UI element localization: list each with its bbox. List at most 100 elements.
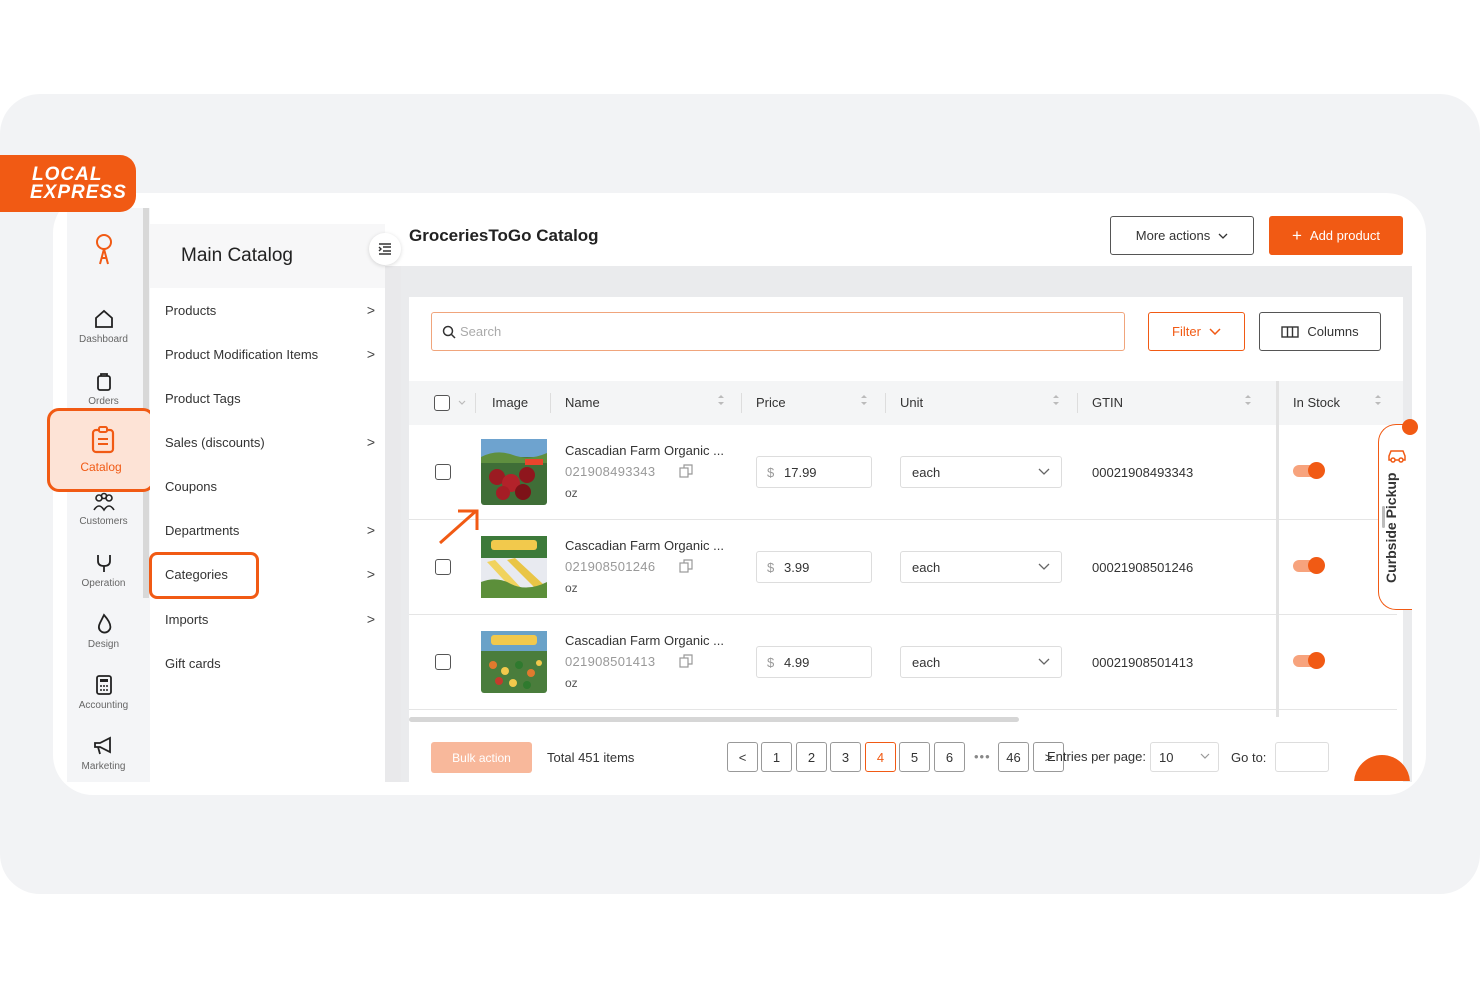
- sort-icon[interactable]: [860, 393, 868, 407]
- product-size-unit: oz: [565, 486, 578, 500]
- page-title: GroceriesToGo Catalog: [409, 226, 599, 245]
- products-panel: Search Filter Columns Image Name Price U…: [409, 297, 1403, 782]
- bulk-action-button[interactable]: Bulk action: [431, 742, 532, 773]
- drag-handle[interactable]: [1382, 506, 1385, 528]
- column-header-in-stock[interactable]: In Stock: [1293, 395, 1340, 410]
- sort-icon[interactable]: [717, 393, 725, 407]
- product-name[interactable]: Cascadian Farm Organic ...: [565, 633, 724, 648]
- page-button[interactable]: 2: [796, 742, 827, 772]
- rail-scrollbar[interactable]: [143, 208, 149, 598]
- brand-logo: LOCAL EXPRESS: [0, 155, 136, 212]
- column-header-price[interactable]: Price: [756, 395, 786, 410]
- columns-button[interactable]: Columns: [1259, 312, 1381, 351]
- submenu-title: Main Catalog: [181, 245, 293, 266]
- unit-select[interactable]: each: [900, 456, 1062, 488]
- submenu-item-products[interactable]: Products >: [165, 302, 375, 318]
- chevron-right-icon: >: [366, 346, 375, 362]
- page-button[interactable]: 3: [830, 742, 861, 772]
- sidebar-item-design[interactable]: Design: [67, 613, 140, 650]
- sort-icon[interactable]: [1374, 393, 1382, 407]
- page-button-current[interactable]: 4: [865, 742, 896, 772]
- submenu-item-departments[interactable]: Departments >: [165, 522, 375, 538]
- sticky-column-divider: [1276, 381, 1279, 717]
- horizontal-scrollbar[interactable]: [409, 717, 1019, 722]
- price-input[interactable]: $3.99: [756, 551, 872, 583]
- unit-select[interactable]: each: [900, 551, 1062, 583]
- chevron-right-icon: >: [366, 566, 375, 582]
- sidebar-item-marketing[interactable]: Marketing: [67, 735, 140, 772]
- sidebar-item-accounting[interactable]: Accounting: [67, 674, 140, 711]
- more-actions-button[interactable]: More actions: [1110, 216, 1254, 255]
- unit-select[interactable]: each: [900, 646, 1062, 678]
- tip-icon[interactable]: [67, 232, 140, 270]
- product-code: 021908493343: [565, 464, 656, 479]
- submenu-item-imports[interactable]: Imports >: [165, 611, 375, 627]
- submenu-item-coupons[interactable]: Coupons: [165, 479, 375, 494]
- total-items: Total 451 items: [547, 750, 635, 765]
- plus-icon: +: [1291, 225, 1302, 245]
- in-stock-toggle[interactable]: [1293, 652, 1325, 669]
- row-checkbox[interactable]: [435, 654, 451, 670]
- gtin-value: 00021908501413: [1092, 655, 1194, 670]
- column-separator: [741, 393, 742, 413]
- product-image[interactable]: [477, 627, 551, 697]
- submenu-item-sales[interactable]: Sales (discounts) >: [165, 434, 375, 450]
- notification-dot: [1402, 419, 1418, 435]
- product-name[interactable]: Cascadian Farm Organic ...: [565, 443, 724, 458]
- megaphone-icon: [93, 736, 111, 755]
- column-header-name[interactable]: Name: [565, 395, 600, 410]
- collapse-menu-button[interactable]: [369, 233, 401, 265]
- column-separator: [885, 393, 886, 413]
- copy-icon[interactable]: [679, 464, 693, 478]
- pagination-ellipsis[interactable]: •••: [974, 749, 991, 764]
- filter-button[interactable]: Filter: [1148, 312, 1245, 351]
- chevron-right-icon: >: [366, 434, 375, 450]
- submenu-item-product-modification-items[interactable]: Product Modification Items >: [165, 346, 375, 362]
- price-input[interactable]: $17.99: [756, 456, 872, 488]
- chevron-down-icon: [1218, 233, 1228, 239]
- row-checkbox[interactable]: [435, 559, 451, 575]
- table-row[interactable]: Cascadian Farm Organic ... 021908501246 …: [409, 520, 1397, 615]
- price-input[interactable]: $4.99: [756, 646, 872, 678]
- chevron-down-icon: [1038, 658, 1050, 665]
- copy-icon[interactable]: [679, 654, 693, 668]
- sort-icon[interactable]: [1052, 393, 1060, 407]
- add-product-button[interactable]: + Add product: [1269, 216, 1403, 255]
- product-name[interactable]: Cascadian Farm Organic ...: [565, 538, 724, 553]
- in-stock-toggle[interactable]: [1293, 462, 1325, 479]
- curbside-pickup-label: Curbside Pickup: [1383, 472, 1399, 583]
- submenu-item-gift-cards[interactable]: Gift cards: [165, 656, 375, 671]
- search-input[interactable]: Search: [431, 312, 1125, 351]
- product-code: 021908501413: [565, 654, 656, 669]
- page-button[interactable]: 5: [899, 742, 930, 772]
- product-image[interactable]: [477, 532, 551, 602]
- sidebar-item-dashboard[interactable]: Dashboard: [67, 308, 140, 345]
- sidebar-rail: Dashboard Orders Customers Operation Des…: [67, 208, 150, 782]
- calculator-icon: [95, 675, 112, 695]
- prev-page-button[interactable]: <: [727, 742, 758, 772]
- entries-per-page-select[interactable]: 10: [1150, 742, 1219, 772]
- row-checkbox[interactable]: [435, 464, 451, 480]
- search-icon: [442, 325, 456, 339]
- select-all-checkbox[interactable]: [434, 395, 450, 411]
- sort-icon[interactable]: [1244, 393, 1252, 407]
- sidebar-item-catalog[interactable]: Catalog: [47, 408, 155, 492]
- page-button[interactable]: 6: [934, 742, 965, 772]
- copy-icon[interactable]: [679, 559, 693, 573]
- sidebar-item-customers[interactable]: Customers: [67, 492, 140, 527]
- chevron-down-icon[interactable]: [458, 400, 466, 405]
- menu-collapse-icon: [378, 243, 391, 255]
- page-button[interactable]: 1: [761, 742, 792, 772]
- product-image[interactable]: [477, 437, 551, 507]
- go-to-page-input[interactable]: [1275, 742, 1329, 772]
- submenu-item-product-tags[interactable]: Product Tags: [165, 391, 375, 406]
- sidebar-item-operation[interactable]: Operation: [67, 552, 140, 589]
- sidebar-item-orders[interactable]: Orders: [67, 370, 140, 407]
- in-stock-toggle[interactable]: [1293, 557, 1325, 574]
- column-header-gtin[interactable]: GTIN: [1092, 395, 1123, 410]
- table-row[interactable]: Cascadian Farm Organic ... 021908501413 …: [409, 615, 1397, 710]
- table-row[interactable]: Cascadian Farm Organic ... 021908493343 …: [409, 425, 1397, 520]
- page-button-last[interactable]: 46: [998, 742, 1029, 772]
- column-header-unit[interactable]: Unit: [900, 395, 923, 410]
- clipboard-icon: [91, 426, 115, 454]
